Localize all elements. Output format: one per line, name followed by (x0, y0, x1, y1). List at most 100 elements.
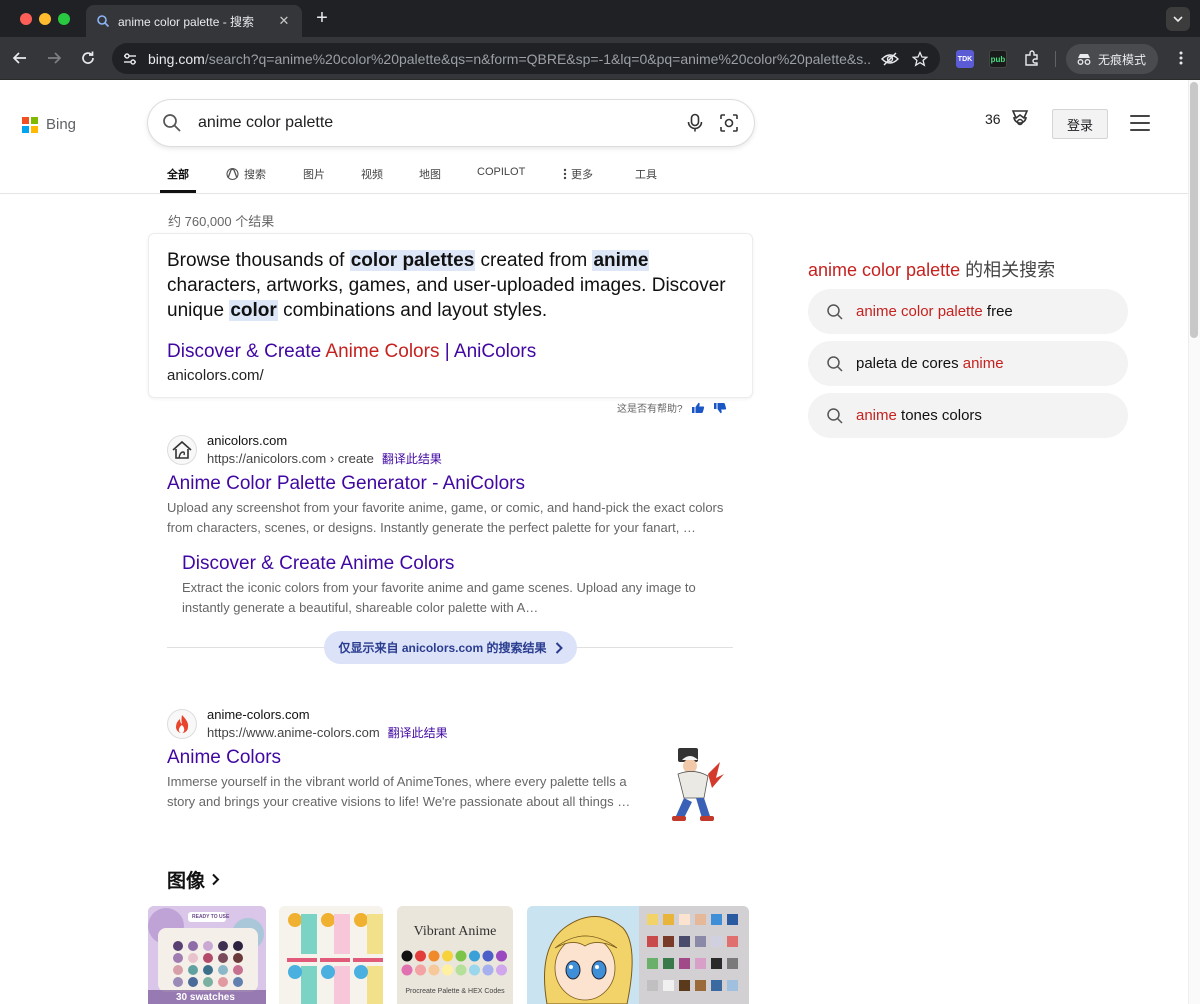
close-tab-icon[interactable]: ✕ (276, 13, 292, 29)
images-section-heading[interactable]: 图像 (167, 866, 220, 893)
pub-extension-icon[interactable]: pub (989, 50, 1007, 68)
thumb-badge: READY TO USE (192, 914, 230, 920)
bing-results-page: Bing anime color palette 36 登录 全部 搜索 图片 … (0, 80, 1200, 1004)
close-window-button[interactable] (20, 13, 32, 25)
tab-all[interactable]: 全部 (167, 166, 189, 182)
result-site-name: anicolors.com (207, 433, 288, 448)
browser-tab-bar: anime color palette - 搜索 ✕ + (0, 0, 1200, 37)
result-url: https://www.anime-colors.com 翻译此结果 (207, 724, 448, 742)
link-text: | AniColors (439, 341, 537, 362)
answer-text-part: combinations and layout styles. (277, 300, 548, 321)
site-only-results-button[interactable]: 仅显示来自 anicolors.com 的搜索结果 (324, 631, 577, 664)
related-item-highlight: anime color palette (856, 303, 983, 320)
visual-search-icon[interactable] (718, 112, 740, 134)
related-item-label: paleta de cores anime (856, 355, 1004, 372)
url-text: bing.com/search?q=anime%20color%20palett… (148, 51, 870, 67)
answer-text-part: Browse thousands of (167, 250, 350, 271)
result-title-link[interactable]: Anime Color Palette Generator - AniColor… (167, 472, 747, 496)
tab-videos[interactable]: 视频 (361, 166, 383, 182)
related-item-label: anime tones colors (856, 407, 982, 424)
answer-highlight: color palettes (349, 250, 476, 271)
browser-menu-button[interactable] (1170, 47, 1192, 69)
tdk-extension-icon[interactable]: TDK (956, 50, 974, 68)
url-path: /search?q=anime%20color%20palette&qs=n&f… (204, 50, 870, 67)
results-count: 约 760,000 个结果 (168, 214, 275, 229)
result-site-name: anime-colors.com (207, 707, 310, 722)
related-search-item[interactable]: paleta de cores anime (808, 341, 1128, 386)
new-tab-button[interactable]: + (312, 8, 332, 28)
maximize-window-button[interactable] (58, 13, 70, 25)
thumb-subtitle: Procreate Palette & HEX Codes (405, 988, 505, 995)
tab-search-button[interactable] (1166, 7, 1190, 31)
tab-copilot[interactable]: COPILOT (477, 166, 525, 178)
tab-label: 全部 (167, 169, 189, 181)
tab-label: 更多 (571, 169, 593, 181)
back-button[interactable] (9, 47, 31, 69)
microsoft-logo-icon (22, 116, 38, 133)
browser-tab[interactable]: anime color palette - 搜索 ✕ (86, 5, 302, 37)
answer-text: Browse thousands of color palettes creat… (167, 248, 734, 323)
tab-search[interactable]: 搜索 (225, 166, 266, 182)
rewards-trophy-icon (1011, 110, 1028, 126)
hamburger-menu-icon[interactable] (1130, 115, 1150, 131)
search-icon (163, 114, 181, 132)
bookmark-star-icon[interactable] (910, 49, 930, 69)
search-icon (827, 355, 843, 372)
page-scrollbar-thumb[interactable] (1190, 82, 1198, 338)
image-thumbnail[interactable] (527, 906, 749, 1004)
answer-source-link[interactable]: Discover & Create Anime Colors | AniColo… (167, 341, 734, 363)
translate-link[interactable]: 翻译此结果 (388, 726, 448, 740)
incognito-label: 无痕模式 (1098, 52, 1147, 67)
feedback-label: 这是否有帮助? (617, 404, 683, 415)
rewards-area[interactable]: 36 (985, 108, 1031, 130)
answer-source-url: anicolors.com/ (167, 367, 264, 384)
related-searches: anime color palette 的相关搜索 anime color pa… (808, 256, 1128, 438)
rewards-points: 36 (985, 111, 1001, 127)
answer-highlight: color (229, 300, 278, 321)
tab-maps[interactable]: 地图 (419, 166, 441, 182)
minimize-window-button[interactable] (39, 13, 51, 25)
incognito-icon (1077, 54, 1091, 65)
incognito-indicator[interactable]: 无痕模式 (1066, 44, 1158, 74)
forward-button[interactable] (43, 47, 65, 69)
deep-link-title[interactable]: Discover & Create Anime Colors (182, 552, 747, 576)
related-search-item[interactable]: anime tones colors (808, 393, 1128, 438)
result-thumbnail-image[interactable] (664, 744, 728, 824)
related-search-item[interactable]: anime color palette free (808, 289, 1128, 334)
result-title-link[interactable]: Anime Colors (167, 746, 747, 770)
tab-more[interactable]: 更多 (563, 166, 593, 182)
image-thumbnail[interactable]: READY TO USE 30 swatches (148, 906, 266, 1004)
tracking-protection-icon[interactable] (880, 49, 900, 69)
image-thumbnail[interactable] (279, 906, 383, 1004)
translate-link[interactable]: 翻译此结果 (382, 452, 442, 466)
thumbs-up-icon[interactable] (691, 402, 705, 414)
tab-label: 工具 (635, 169, 657, 181)
extensions-button[interactable] (1021, 47, 1043, 69)
related-item-text: free (982, 303, 1013, 320)
tab-label: 搜索 (244, 169, 266, 181)
tab-label: 地图 (419, 169, 441, 181)
tab-label: 视频 (361, 169, 383, 181)
related-title-query: anime color palette (808, 260, 961, 280)
tab-tools[interactable]: 工具 (635, 166, 657, 182)
search-input[interactable]: anime color palette (198, 114, 672, 132)
answer-text-part: created from (475, 250, 593, 271)
copilot-search-icon (226, 167, 239, 181)
site-settings-icon[interactable] (122, 51, 138, 67)
related-title-suffix: 的相关搜索 (960, 260, 1056, 280)
reload-icon (82, 51, 94, 64)
arrow-left-icon (12, 52, 26, 64)
bing-logo[interactable]: Bing (22, 116, 76, 133)
site-pill-label: 仅显示来自 anicolors.com 的搜索结果 (338, 641, 547, 655)
address-bar[interactable]: bing.com/search?q=anime%20color%20palett… (112, 43, 940, 74)
related-title: anime color palette 的相关搜索 (808, 256, 1128, 282)
search-favicon-icon (97, 15, 110, 28)
tab-images[interactable]: 图片 (303, 166, 325, 182)
reload-button[interactable] (77, 47, 99, 69)
search-box[interactable]: anime color palette (148, 100, 754, 146)
thumbs-down-icon[interactable] (713, 402, 727, 414)
signin-button[interactable]: 登录 (1052, 109, 1108, 139)
image-thumbnail[interactable]: Vibrant Anime Procreate Palette & HEX Co… (397, 906, 513, 1004)
microphone-icon[interactable] (684, 112, 706, 134)
chevron-down-icon (1173, 16, 1183, 23)
